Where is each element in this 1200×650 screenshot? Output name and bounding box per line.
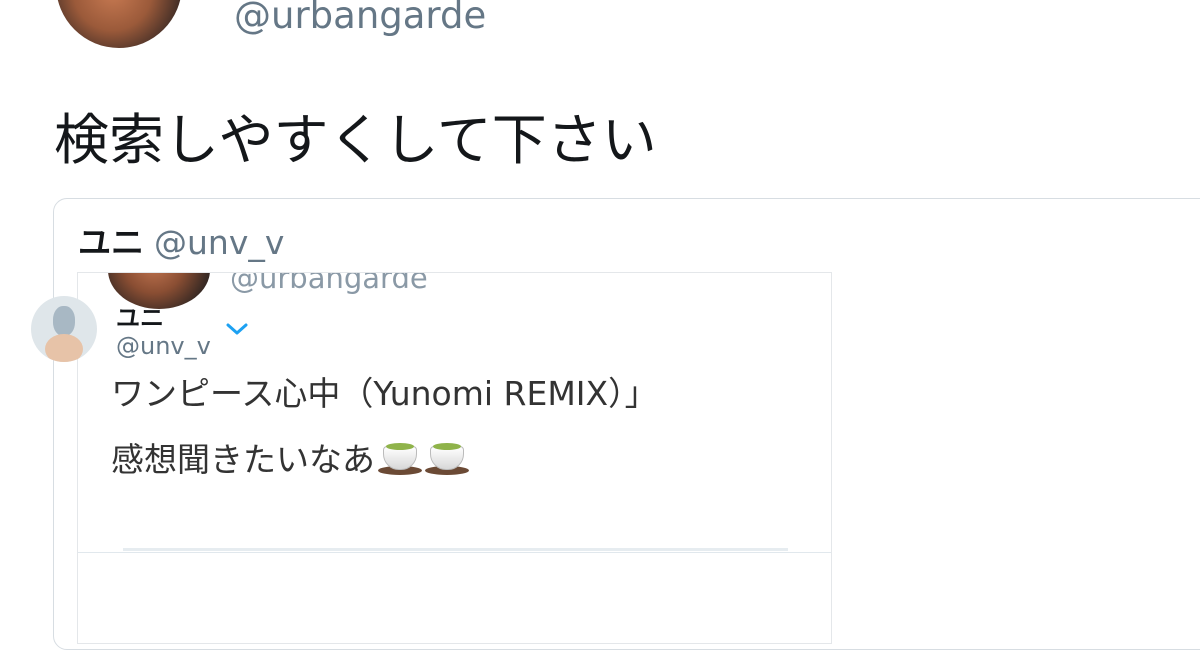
- reply-author-handle: @unv_v: [116, 332, 211, 360]
- screenshot-text-line-1: ワンピース心中（Yunomi REMIX）」: [111, 374, 658, 413]
- quoted-tweet-header: ユニ @unv_v: [78, 216, 284, 264]
- screenshot-divider: [78, 552, 831, 553]
- author-avatar[interactable]: [56, 0, 182, 48]
- chevron-down-icon: [226, 323, 248, 335]
- screenshot-text-line-2-text: 感想聞きたいなあ: [111, 440, 375, 479]
- attached-screenshot-image[interactable]: @urbangarde ワンピース心中（Yunomi REMIX）」 感想聞きた…: [77, 272, 832, 644]
- teacup-icon: [378, 441, 422, 475]
- quoted-author-handle[interactable]: @unv_v: [154, 223, 284, 262]
- screenshot-handle: @urbangarde: [230, 272, 428, 295]
- author-handle[interactable]: @urbangarde: [234, 0, 486, 37]
- screenshot-tweet-text: ワンピース心中（Yunomi REMIX）」 感想聞きたいなあ: [111, 361, 658, 493]
- reply-author-name: ユニ: [116, 304, 164, 332]
- quoted-author-name[interactable]: ユニ: [78, 223, 144, 262]
- screenshot-media-edge: [123, 548, 788, 551]
- teacup-icon: [425, 441, 469, 475]
- reply-avatar: [31, 296, 97, 362]
- screenshot-text-line-2: 感想聞きたいなあ: [111, 427, 658, 493]
- tweet-text: 検索しやすくして下さい: [54, 108, 657, 172]
